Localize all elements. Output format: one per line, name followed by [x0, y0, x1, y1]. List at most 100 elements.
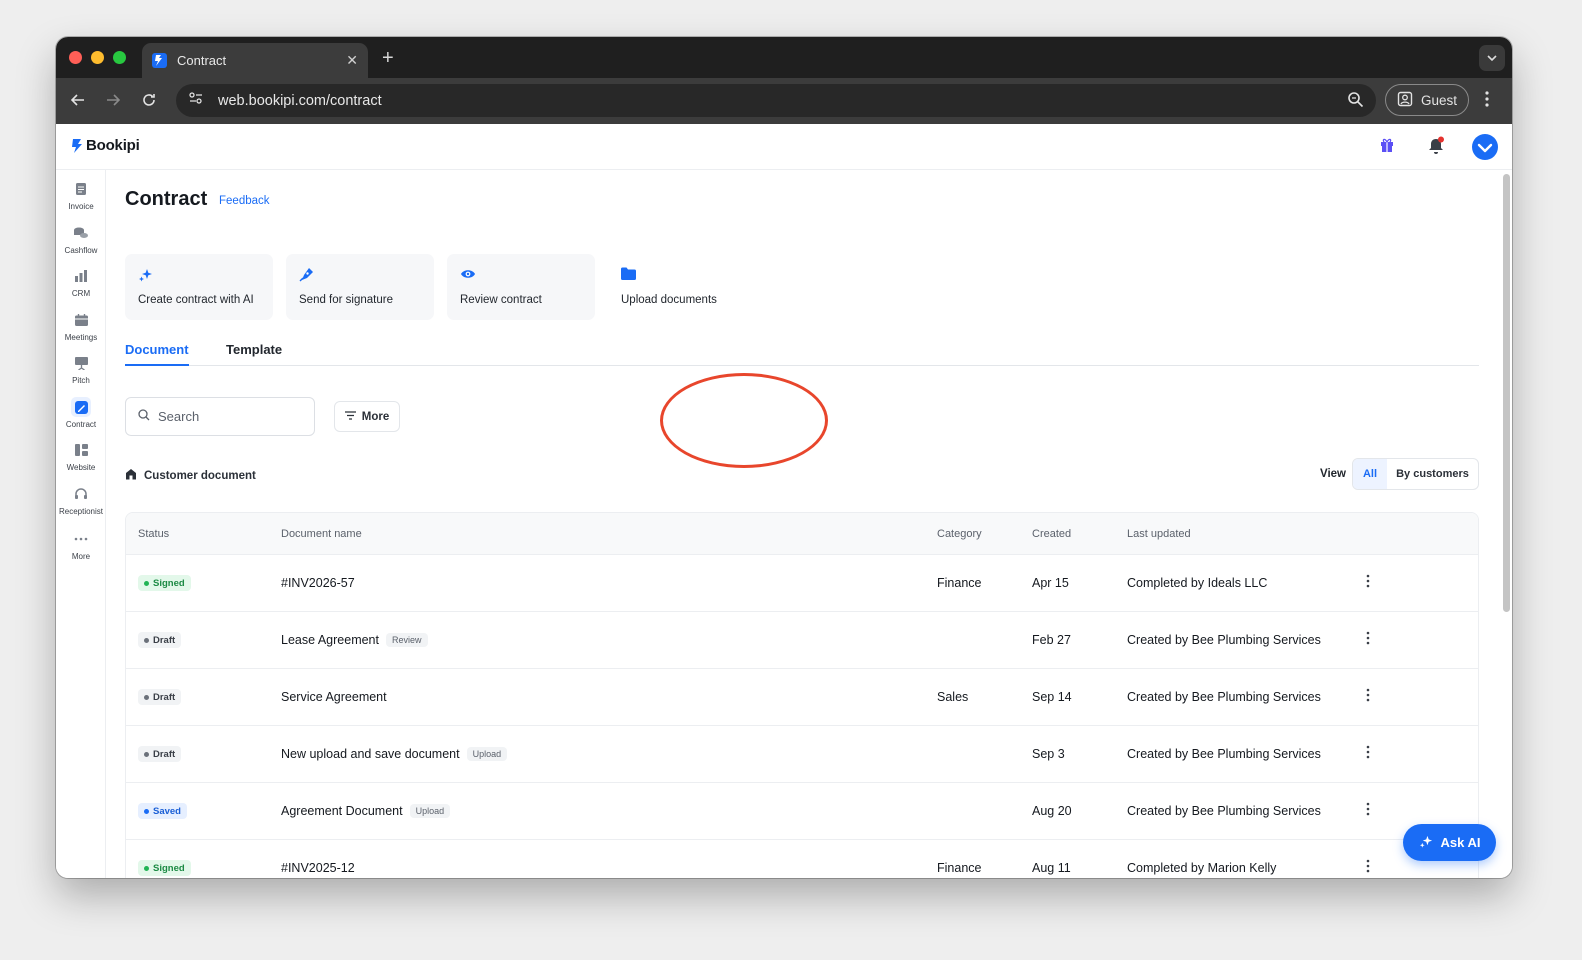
customer-document-heading: Customer document: [125, 468, 256, 483]
status-badge: Saved: [138, 803, 187, 819]
reload-icon[interactable]: [138, 89, 160, 111]
table-row[interactable]: Draft Service Agreement Sales Sep 14 Created…: [126, 669, 1478, 726]
document-tag: Upload: [466, 747, 508, 761]
column-header-category[interactable]: Category: [937, 528, 982, 540]
sidebar-item-meetings[interactable]: Meetings: [56, 310, 106, 342]
more-filters-button[interactable]: More: [334, 401, 400, 432]
row-menu-icon[interactable]: [1366, 802, 1370, 819]
document-tag: Upload: [409, 804, 451, 818]
document-name[interactable]: New upload and save document: [281, 747, 460, 761]
document-icon: [71, 179, 91, 199]
tab-close-icon[interactable]: ✕: [346, 52, 358, 69]
document-name[interactable]: Agreement Document: [281, 804, 403, 818]
document-name[interactable]: #INV2026-57: [281, 576, 355, 590]
address-bar[interactable]: web.bookipi.com/contract: [176, 84, 1376, 117]
status-dot: [144, 694, 149, 700]
gift-icon[interactable]: [1380, 136, 1394, 159]
guest-profile-button[interactable]: Guest: [1385, 84, 1469, 116]
pen-nib-icon: [299, 267, 421, 283]
browser-window: Contract ✕ + web.bookipi.com/contract Gu…: [56, 37, 1512, 878]
document-name-cell[interactable]: New upload and save document Upload: [281, 747, 508, 761]
zoom-search-icon[interactable]: [1347, 91, 1364, 113]
status-badge: Signed: [138, 575, 191, 591]
user-avatar[interactable]: [1472, 134, 1498, 160]
search-icon: [138, 409, 150, 424]
view-all-option[interactable]: All: [1353, 459, 1387, 489]
send-for-signature-card[interactable]: Send for signature: [286, 254, 434, 320]
row-menu-icon[interactable]: [1366, 688, 1370, 705]
eye-icon: [460, 267, 582, 283]
ask-ai-button[interactable]: Ask AI: [1403, 824, 1496, 861]
table-row[interactable]: Signed #INV2025-12 Finance Aug 11 Completed …: [126, 840, 1478, 878]
column-header-created[interactable]: Created: [1032, 528, 1071, 540]
table-row[interactable]: Draft New upload and save document Upload S…: [126, 726, 1478, 783]
document-name-cell[interactable]: #INV2025-12: [281, 861, 355, 875]
close-window-button[interactable]: [69, 51, 82, 64]
scrollbar-thumb[interactable]: [1503, 174, 1510, 612]
bookipi-logo-icon: [72, 138, 82, 153]
page-scrollbar[interactable]: [1502, 170, 1512, 878]
sidebar-item-label: Website: [66, 463, 96, 472]
sidebar-item-cashflow[interactable]: Cashflow: [56, 223, 106, 255]
sidebar-item-website[interactable]: Website: [56, 440, 106, 472]
document-name[interactable]: #INV2025-12: [281, 861, 355, 875]
row-menu-icon[interactable]: [1366, 745, 1370, 762]
document-name-cell[interactable]: Lease Agreement Review: [281, 633, 428, 647]
headset-icon: [71, 484, 91, 504]
category-cell: Finance: [937, 861, 982, 875]
column-header-name[interactable]: Document name: [281, 528, 362, 540]
created-cell: Aug 20: [1032, 804, 1072, 818]
table-row[interactable]: Signed #INV2026-57 Finance Apr 15 Completed …: [126, 555, 1478, 612]
tab-search-chevron-icon[interactable]: [1479, 45, 1505, 71]
category-cell: Finance: [937, 576, 982, 590]
sidebar-item-crm[interactable]: CRM: [56, 266, 106, 298]
table-row[interactable]: Saved Agreement Document Upload Aug 20 Creat…: [126, 783, 1478, 840]
column-header-status[interactable]: Status: [138, 528, 169, 540]
sidebar-item-label: Invoice: [68, 202, 94, 211]
forward-arrow-icon[interactable]: [102, 89, 124, 111]
document-name[interactable]: Service Agreement: [281, 690, 387, 704]
table-body: Signed #INV2026-57 Finance Apr 15 Completed …: [126, 555, 1478, 878]
bookipi-logo[interactable]: Bookipi: [72, 137, 140, 154]
document-name-cell[interactable]: #INV2026-57: [281, 576, 355, 590]
back-arrow-icon[interactable]: [67, 89, 89, 111]
sidebar-item-more[interactable]: More: [56, 529, 106, 561]
profile-icon: [1397, 91, 1413, 110]
sidebar-item-invoice[interactable]: Invoice: [56, 179, 106, 211]
action-label: Send for signature: [299, 294, 393, 306]
tab-template[interactable]: Template: [226, 342, 282, 357]
minimize-window-button[interactable]: [91, 51, 104, 64]
created-cell: Feb 27: [1032, 633, 1071, 647]
last-updated-cell: Completed by Ideals LLC: [1127, 576, 1268, 590]
browser-tab[interactable]: Contract ✕: [142, 43, 368, 78]
tab-document[interactable]: Document: [125, 342, 189, 366]
upload-documents-card[interactable]: Upload documents: [608, 254, 756, 320]
action-label: Review contract: [460, 294, 542, 306]
sidebar-item-label: Pitch: [72, 376, 90, 385]
calendar-icon: [71, 310, 91, 330]
search-input[interactable]: Search: [125, 397, 315, 436]
document-name[interactable]: Lease Agreement: [281, 633, 379, 647]
sidebar-item-pitch[interactable]: Pitch: [56, 353, 106, 385]
feedback-link[interactable]: Feedback: [219, 195, 270, 207]
document-name-cell[interactable]: Agreement Document Upload: [281, 804, 451, 818]
column-header-last-updated[interactable]: Last updated: [1127, 528, 1191, 540]
row-menu-icon[interactable]: [1366, 631, 1370, 648]
row-menu-icon[interactable]: [1366, 574, 1370, 591]
view-by-customers-option[interactable]: By customers: [1387, 459, 1478, 489]
sidebar-item-label: Meetings: [64, 333, 98, 342]
row-menu-icon[interactable]: [1366, 859, 1370, 876]
browser-menu-icon[interactable]: [1484, 90, 1490, 113]
document-name-cell[interactable]: Service Agreement: [281, 690, 387, 704]
notification-bell-icon[interactable]: [1427, 136, 1445, 161]
review-contract-card[interactable]: Review contract: [447, 254, 595, 320]
new-tab-icon[interactable]: +: [382, 47, 394, 70]
sidebar-item-receptionist[interactable]: Receptionist: [56, 484, 106, 516]
status-badge: Draft: [138, 689, 182, 705]
site-settings-icon[interactable]: [188, 91, 204, 110]
maximize-window-button[interactable]: [113, 51, 126, 64]
app-sidebar: Invoice Cashflow CRM Meetings Pitch Cont…: [56, 170, 106, 878]
create-contract-ai-card[interactable]: Create contract with AI: [125, 254, 273, 320]
table-row[interactable]: Draft Lease Agreement Review Feb 27 Created …: [126, 612, 1478, 669]
sidebar-item-contract[interactable]: Contract: [56, 397, 106, 429]
